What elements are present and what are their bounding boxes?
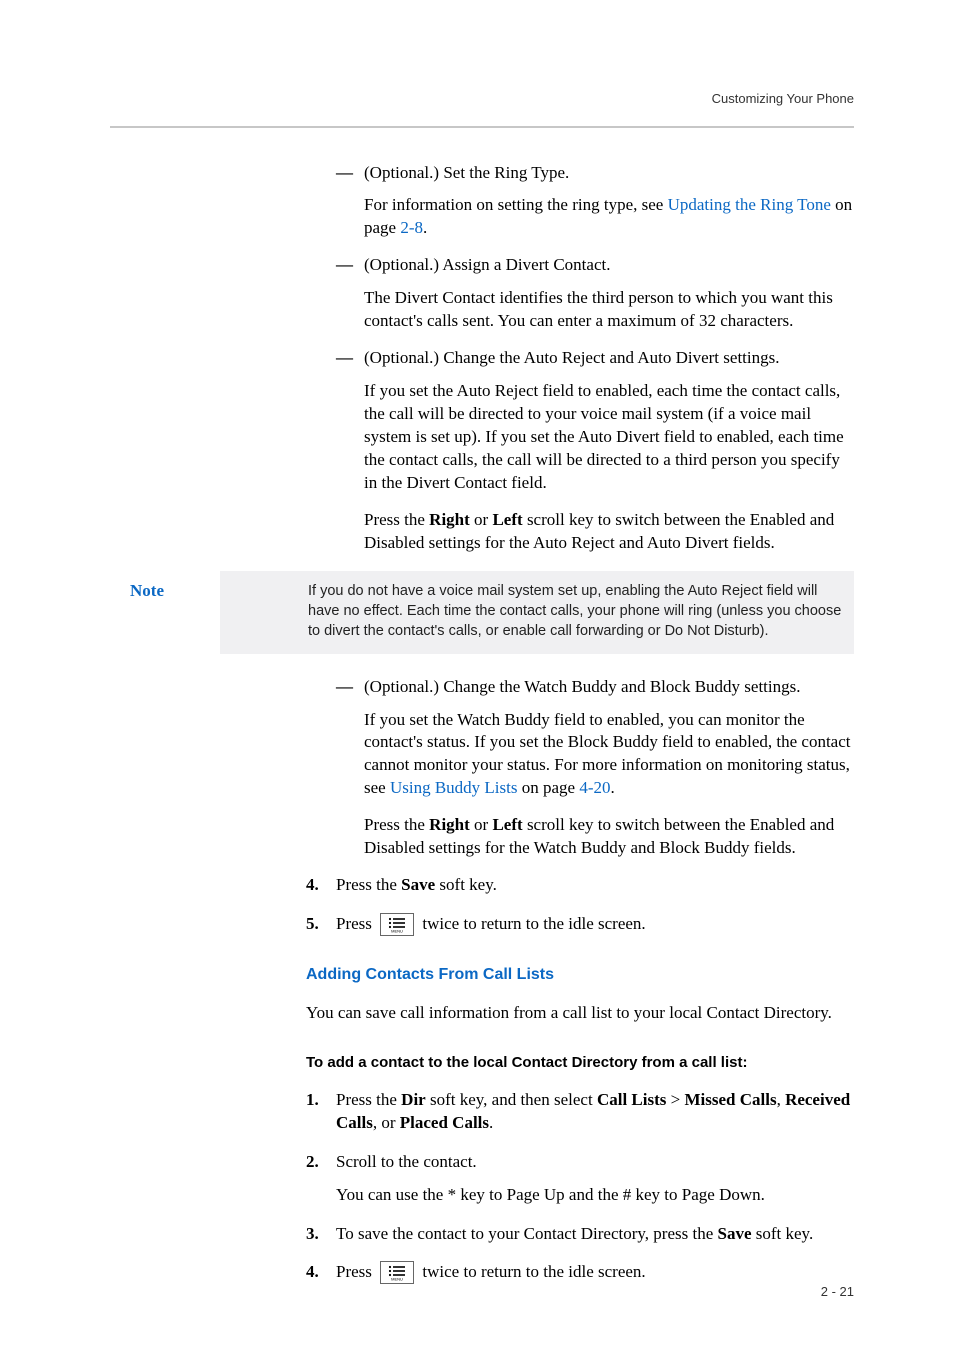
header-rule bbox=[110, 126, 854, 128]
text: soft key. bbox=[752, 1224, 814, 1243]
page: Customizing Your Phone — (Optional.) Set… bbox=[0, 0, 954, 1360]
menu-key-icon: MENU bbox=[380, 1261, 414, 1284]
bold-call-lists: Call Lists bbox=[597, 1090, 666, 1109]
bold-left: Left bbox=[492, 510, 522, 529]
page-number: 2 - 21 bbox=[821, 1283, 854, 1301]
subitem-title: (Optional.) Change the Watch Buddy and B… bbox=[364, 676, 854, 699]
text: or bbox=[470, 815, 493, 834]
bold-placed-calls: Placed Calls bbox=[400, 1113, 489, 1132]
subitem-title: (Optional.) Assign a Divert Contact. bbox=[364, 254, 854, 277]
section2-step-1: 1. Press the Dir soft key, and then sele… bbox=[306, 1089, 854, 1135]
section2-step-4: 4. Press MENU twice to return to the idl… bbox=[306, 1261, 854, 1284]
bold-missed-calls: Missed Calls bbox=[684, 1090, 776, 1109]
subitem-ring-type: — (Optional.) Set the Ring Type. For inf… bbox=[306, 162, 854, 241]
bold-left: Left bbox=[492, 815, 522, 834]
step-number: 4. bbox=[306, 1261, 319, 1284]
dash-icon: — bbox=[336, 162, 353, 185]
subitem-auto-reject-divert: — (Optional.) Change the Auto Reject and… bbox=[306, 347, 854, 555]
text: , or bbox=[373, 1113, 400, 1132]
text: For information on setting the ring type… bbox=[364, 195, 668, 214]
text: Press the bbox=[364, 510, 429, 529]
running-header: Customizing Your Phone bbox=[110, 90, 854, 108]
bold-save: Save bbox=[401, 875, 435, 894]
text: . bbox=[423, 218, 427, 237]
link-using-buddy-lists[interactable]: Using Buddy Lists bbox=[390, 778, 518, 797]
section2-step-2: 2. Scroll to the contact. You can use th… bbox=[306, 1151, 854, 1207]
link-page-4-20[interactable]: 4-20 bbox=[579, 778, 610, 797]
text: Press the bbox=[364, 815, 429, 834]
note-box: Note If you do not have a voice mail sys… bbox=[220, 571, 854, 654]
subitem-watch-block-buddy: — (Optional.) Change the Watch Buddy and… bbox=[306, 676, 854, 861]
step-number: 2. bbox=[306, 1151, 319, 1174]
text: . bbox=[489, 1113, 493, 1132]
text: Press bbox=[336, 1262, 376, 1281]
link-page-2-8[interactable]: 2-8 bbox=[400, 218, 423, 237]
step-body: You can use the * key to Page Up and the… bbox=[336, 1184, 854, 1207]
dash-icon: — bbox=[336, 254, 353, 277]
text: Press bbox=[336, 914, 376, 933]
step-number: 4. bbox=[306, 874, 319, 897]
text: or bbox=[470, 510, 493, 529]
dash-icon: — bbox=[336, 676, 353, 699]
bold-dir: Dir bbox=[401, 1090, 426, 1109]
subitem-title: (Optional.) Change the Auto Reject and A… bbox=[364, 347, 854, 370]
subitem-body-2: Press the Right or Left scroll key to sw… bbox=[364, 814, 854, 860]
svg-text:MENU: MENU bbox=[391, 928, 403, 933]
section-intro: You can save call information from a cal… bbox=[306, 1002, 854, 1025]
subitem-divert-contact: — (Optional.) Assign a Divert Contact. T… bbox=[306, 254, 854, 333]
subitem-title: (Optional.) Set the Ring Type. bbox=[364, 162, 854, 185]
note-text: If you do not have a voice mail system s… bbox=[308, 581, 842, 642]
subitem-body: For information on setting the ring type… bbox=[364, 194, 854, 240]
step-4: 4. Press the Save soft key. bbox=[306, 874, 854, 897]
bold-right: Right bbox=[429, 510, 470, 529]
instruction-heading: To add a contact to the local Contact Di… bbox=[306, 1053, 854, 1073]
subitem-body-2: Press the Right or Left scroll key to sw… bbox=[364, 509, 854, 555]
text: soft key. bbox=[435, 875, 497, 894]
text: twice to return to the idle screen. bbox=[422, 914, 645, 933]
dash-icon: — bbox=[336, 347, 353, 370]
step-number: 3. bbox=[306, 1223, 319, 1246]
bold-save: Save bbox=[718, 1224, 752, 1243]
text: twice to return to the idle screen. bbox=[422, 1262, 645, 1281]
text: soft key, and then select bbox=[426, 1090, 597, 1109]
menu-key-icon: MENU bbox=[380, 913, 414, 936]
subitem-body: If you set the Watch Buddy field to enab… bbox=[364, 709, 854, 801]
bold-right: Right bbox=[429, 815, 470, 834]
step-5: 5. Press MENU twice to return to the idl… bbox=[306, 913, 854, 936]
link-updating-ring-tone[interactable]: Updating the Ring Tone bbox=[668, 195, 831, 214]
note-label: Note bbox=[130, 579, 164, 603]
text: Scroll to the contact. bbox=[336, 1152, 477, 1171]
subitem-body: The Divert Contact identifies the third … bbox=[364, 287, 854, 333]
text: , bbox=[777, 1090, 786, 1109]
section-heading-adding-contacts: Adding Contacts From Call Lists bbox=[306, 964, 854, 986]
text: . bbox=[611, 778, 615, 797]
text: > bbox=[666, 1090, 684, 1109]
section2-step-3: 3. To save the contact to your Contact D… bbox=[306, 1223, 854, 1246]
text: To save the contact to your Contact Dire… bbox=[336, 1224, 718, 1243]
text: Press the bbox=[336, 1090, 401, 1109]
step-number: 1. bbox=[306, 1089, 319, 1112]
text: Press the bbox=[336, 875, 401, 894]
content-column: — (Optional.) Set the Ring Type. For inf… bbox=[306, 162, 854, 1285]
subitem-body: If you set the Auto Reject field to enab… bbox=[364, 380, 854, 495]
step-number: 5. bbox=[306, 913, 319, 936]
text: on page bbox=[518, 778, 580, 797]
svg-text:MENU: MENU bbox=[391, 1277, 403, 1282]
